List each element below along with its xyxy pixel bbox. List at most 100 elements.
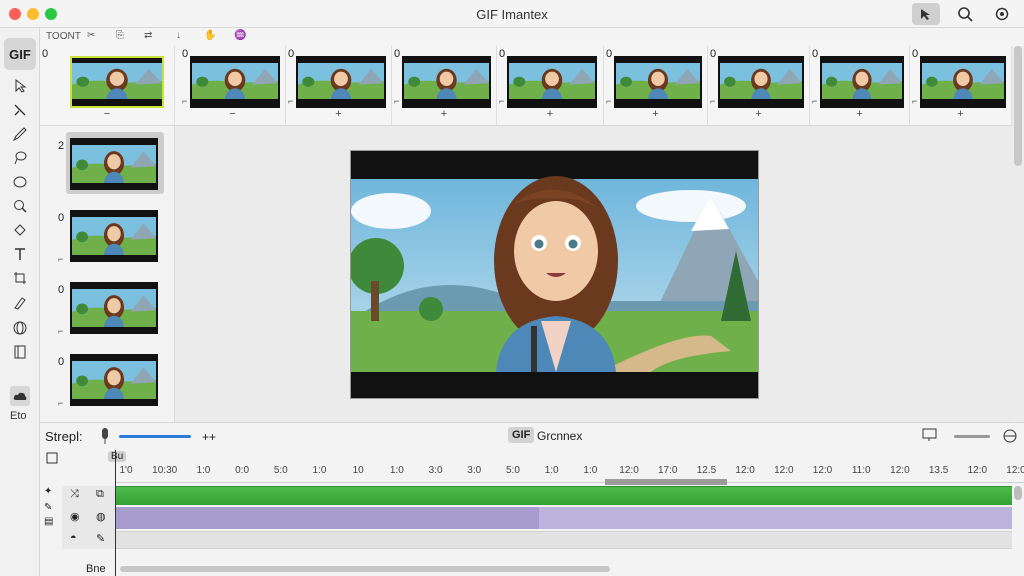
gif-mode-button[interactable]: GIF bbox=[4, 38, 36, 70]
title-bar: GIF Imantex bbox=[0, 0, 1024, 28]
frame-delay-marker[interactable]: ⌐ bbox=[182, 96, 187, 106]
frame-delay-marker[interactable]: ⌐ bbox=[58, 326, 63, 336]
pencil-icon[interactable]: ✎ bbox=[96, 532, 105, 545]
speed-slider[interactable] bbox=[119, 435, 191, 438]
effects-tool[interactable] bbox=[10, 318, 30, 338]
filmstrip-frame[interactable]: 0 ⌐ + bbox=[286, 46, 392, 126]
frame-thumbnail[interactable] bbox=[507, 56, 597, 108]
clip-icon[interactable]: ⧉ bbox=[96, 488, 104, 501]
frame-action-sign[interactable]: + bbox=[810, 108, 909, 120]
move-tool[interactable] bbox=[10, 100, 30, 120]
waveform-icon[interactable]: ♒ bbox=[234, 30, 246, 41]
frame-list-item[interactable]: 0 ⌐ bbox=[40, 204, 175, 274]
copy-icon[interactable]: ⎘ bbox=[116, 30, 124, 41]
filmstrip-frame[interactable]: 0 ⌐ − bbox=[180, 46, 286, 126]
note-icon[interactable]: ✎ bbox=[44, 502, 52, 513]
frame-thumbnail[interactable] bbox=[70, 354, 158, 406]
frame-delay-marker[interactable]: ⌐ bbox=[58, 254, 63, 264]
frame-action-sign[interactable]: + bbox=[910, 108, 1011, 120]
frame-thumbnail[interactable] bbox=[296, 56, 386, 108]
film-icon[interactable] bbox=[46, 451, 58, 469]
frame-delay-marker[interactable]: ⌐ bbox=[394, 96, 399, 106]
frame-action-sign[interactable]: + bbox=[708, 108, 809, 120]
frame-thumbnail[interactable] bbox=[920, 56, 1006, 108]
settings-button[interactable] bbox=[988, 3, 1016, 25]
cloud-tool[interactable] bbox=[10, 386, 30, 406]
empty-track[interactable] bbox=[116, 531, 1012, 549]
filmstrip-frame[interactable]: 0 ⌐ + bbox=[497, 46, 604, 126]
stack-icon[interactable]: ▤ bbox=[44, 516, 53, 527]
track-footer-label: Bne bbox=[86, 563, 106, 575]
mask-icon[interactable]: ◓ bbox=[70, 532, 77, 544]
frame-thumbnail[interactable] bbox=[718, 56, 804, 108]
zoom-tool[interactable] bbox=[10, 196, 30, 216]
frame-action-sign[interactable]: + bbox=[604, 108, 707, 120]
frame-action-sign[interactable]: + bbox=[286, 108, 391, 120]
purple-track-clip[interactable] bbox=[116, 507, 539, 529]
zoom-slider[interactable] bbox=[954, 435, 990, 438]
search-button[interactable] bbox=[951, 3, 979, 25]
globe-settings-icon[interactable] bbox=[1002, 428, 1018, 449]
frame-action-sign[interactable]: − bbox=[180, 108, 285, 120]
frame-list-item[interactable]: 0 ⌐ bbox=[40, 276, 175, 346]
down-icon[interactable]: ↓ bbox=[176, 30, 181, 41]
cursor-tool-button[interactable] bbox=[912, 3, 940, 25]
eye-icon[interactable]: ◉ bbox=[70, 510, 80, 523]
frame-number: 0 bbox=[42, 48, 49, 60]
select-tool[interactable] bbox=[10, 76, 30, 96]
frame-thumbnail[interactable] bbox=[190, 56, 280, 108]
frame-thumbnail[interactable] bbox=[820, 56, 904, 108]
track-scroll-handle[interactable] bbox=[1014, 486, 1022, 500]
gif-badge[interactable]: GIF bbox=[508, 427, 535, 443]
frame-preview[interactable] bbox=[348, 150, 759, 399]
pen-tool[interactable] bbox=[10, 124, 30, 144]
crop-tool[interactable] bbox=[10, 268, 30, 288]
brush-tool[interactable] bbox=[10, 292, 30, 312]
frame-list-item[interactable]: 2 bbox=[40, 132, 175, 202]
shuffle-icon[interactable]: ⤨ bbox=[70, 488, 79, 501]
frame-delay-marker[interactable]: ⌐ bbox=[58, 398, 63, 408]
fill-tool[interactable] bbox=[10, 220, 30, 240]
frame-delay-marker[interactable]: ⌐ bbox=[812, 96, 817, 106]
text-tool[interactable] bbox=[10, 244, 30, 264]
frame-action-sign[interactable]: + bbox=[392, 108, 496, 120]
lasso-tool[interactable] bbox=[10, 148, 30, 168]
frame-action-sign[interactable]: − bbox=[40, 108, 174, 120]
frame-thumbnail[interactable] bbox=[70, 56, 164, 108]
playhead[interactable] bbox=[115, 450, 116, 576]
range-selection[interactable] bbox=[605, 479, 727, 485]
speed-plus-label[interactable]: ++ bbox=[202, 430, 216, 444]
layer-icon[interactable]: ◍ bbox=[96, 510, 106, 523]
frame-delay-marker[interactable]: ⌐ bbox=[499, 96, 504, 106]
hand-icon[interactable]: ✋ bbox=[204, 30, 216, 41]
frame-delay-marker[interactable]: ⌐ bbox=[710, 96, 715, 106]
pin-icon[interactable]: ✦ bbox=[44, 486, 52, 497]
green-frame-track[interactable] bbox=[116, 486, 1012, 505]
frame-delay-marker[interactable]: ⌐ bbox=[606, 96, 611, 106]
frame-thumbnail[interactable] bbox=[70, 138, 158, 190]
shape-tool[interactable] bbox=[10, 172, 30, 192]
swap-icon[interactable]: ⇄ bbox=[144, 30, 152, 41]
frame-list-item[interactable]: 0 ⌐ bbox=[40, 348, 175, 418]
frame-thumbnail[interactable] bbox=[614, 56, 702, 108]
frame-thumbnail[interactable] bbox=[402, 56, 491, 108]
filmstrip-frame[interactable]: 0 ⌐ + bbox=[604, 46, 708, 126]
microphone-icon[interactable] bbox=[100, 427, 110, 450]
layers-tool[interactable] bbox=[10, 342, 30, 362]
timeline-ruler[interactable]: 1'0 10:30 1:0 0:0 5:0 1:0 10 1:0 3:0 3:0 5:0 1:0 1:0… bbox=[116, 461, 1024, 483]
frame-thumbnail[interactable] bbox=[70, 282, 158, 334]
frame-action-sign[interactable]: + bbox=[497, 108, 603, 120]
filmstrip-frame[interactable]: 0− bbox=[40, 46, 175, 126]
vertical-scrollbar[interactable] bbox=[1014, 46, 1022, 166]
horizontal-scrollbar[interactable] bbox=[120, 566, 610, 572]
filmstrip-frame[interactable]: 0 ⌐ + bbox=[910, 46, 1012, 126]
frame-number: 0 bbox=[58, 212, 65, 224]
frame-thumbnail[interactable] bbox=[70, 210, 158, 262]
frame-delay-marker[interactable]: ⌐ bbox=[288, 96, 293, 106]
monitor-icon[interactable] bbox=[922, 428, 938, 447]
frame-delay-marker[interactable]: ⌐ bbox=[912, 96, 917, 106]
cut-icon[interactable]: ✂ bbox=[87, 30, 95, 41]
filmstrip-frame[interactable]: 0 ⌐ + bbox=[708, 46, 810, 126]
filmstrip-frame[interactable]: 0 ⌐ + bbox=[810, 46, 910, 126]
filmstrip-frame[interactable]: 0 ⌐ + bbox=[392, 46, 497, 126]
